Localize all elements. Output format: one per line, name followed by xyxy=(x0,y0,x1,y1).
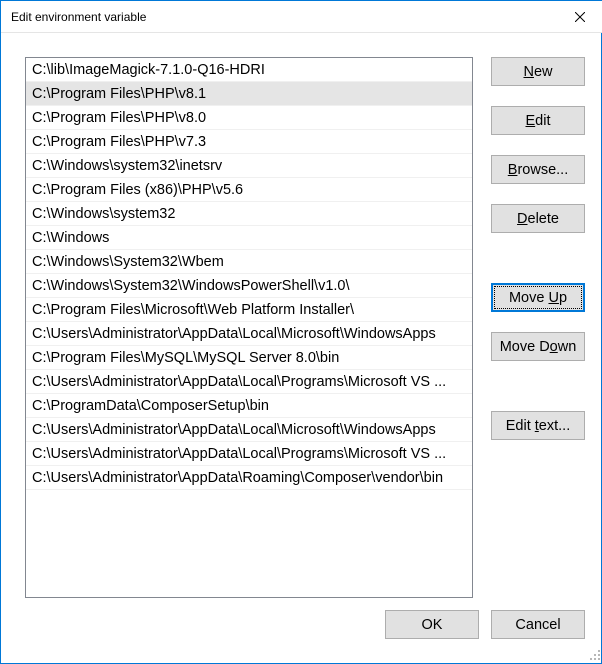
dialog-content: C:\lib\ImageMagick-7.1.0-Q16-HDRIC:\Prog… xyxy=(1,33,602,653)
list-item[interactable]: C:\lib\ImageMagick-7.1.0-Q16-HDRI xyxy=(26,58,472,82)
cancel-button[interactable]: Cancel xyxy=(491,610,585,639)
list-item[interactable]: C:\Users\Administrator\AppData\Local\Mic… xyxy=(26,322,472,346)
list-item[interactable]: C:\Windows\system32\inetsrv xyxy=(26,154,472,178)
list-item[interactable]: C:\Windows xyxy=(26,226,472,250)
new-button[interactable]: New xyxy=(491,57,585,86)
close-button[interactable] xyxy=(557,1,602,33)
dialog-footer: OK Cancel xyxy=(1,598,602,653)
list-item[interactable]: C:\Users\Administrator\AppData\Local\Pro… xyxy=(26,370,472,394)
list-item[interactable]: C:\ProgramData\ComposerSetup\bin xyxy=(26,394,472,418)
list-item[interactable]: C:\Program Files\PHP\v8.0 xyxy=(26,106,472,130)
move-up-button[interactable]: Move Up xyxy=(491,283,585,312)
window-title: Edit environment variable xyxy=(11,10,146,24)
list-item[interactable]: C:\Program Files\PHP\v8.1 xyxy=(26,82,472,106)
titlebar: Edit environment variable xyxy=(1,1,602,33)
main-area: C:\lib\ImageMagick-7.1.0-Q16-HDRIC:\Prog… xyxy=(1,33,602,598)
path-list[interactable]: C:\lib\ImageMagick-7.1.0-Q16-HDRIC:\Prog… xyxy=(25,57,473,598)
list-item[interactable]: C:\Windows\System32\Wbem xyxy=(26,250,472,274)
side-buttons: New Edit Browse... Delete Move Up Move D… xyxy=(491,57,585,598)
list-item[interactable]: C:\Program Files\MySQL\MySQL Server 8.0\… xyxy=(26,346,472,370)
edit-button[interactable]: Edit xyxy=(491,106,585,135)
list-item[interactable]: C:\Users\Administrator\AppData\Roaming\C… xyxy=(26,466,472,490)
list-item[interactable]: C:\Program Files\PHP\v7.3 xyxy=(26,130,472,154)
list-item[interactable]: C:\Program Files\Microsoft\Web Platform … xyxy=(26,298,472,322)
edit-text-button[interactable]: Edit text... xyxy=(491,411,585,440)
browse-button[interactable]: Browse... xyxy=(491,155,585,184)
move-down-button[interactable]: Move Down xyxy=(491,332,585,361)
close-icon xyxy=(575,12,585,22)
list-item[interactable]: C:\Users\Administrator\AppData\Local\Mic… xyxy=(26,418,472,442)
delete-button[interactable]: Delete xyxy=(491,204,585,233)
list-item[interactable]: C:\Windows\System32\WindowsPowerShell\v1… xyxy=(26,274,472,298)
list-item[interactable]: C:\Windows\system32 xyxy=(26,202,472,226)
list-item[interactable]: C:\Program Files (x86)\PHP\v5.6 xyxy=(26,178,472,202)
ok-button[interactable]: OK xyxy=(385,610,479,639)
list-item[interactable]: C:\Users\Administrator\AppData\Local\Pro… xyxy=(26,442,472,466)
